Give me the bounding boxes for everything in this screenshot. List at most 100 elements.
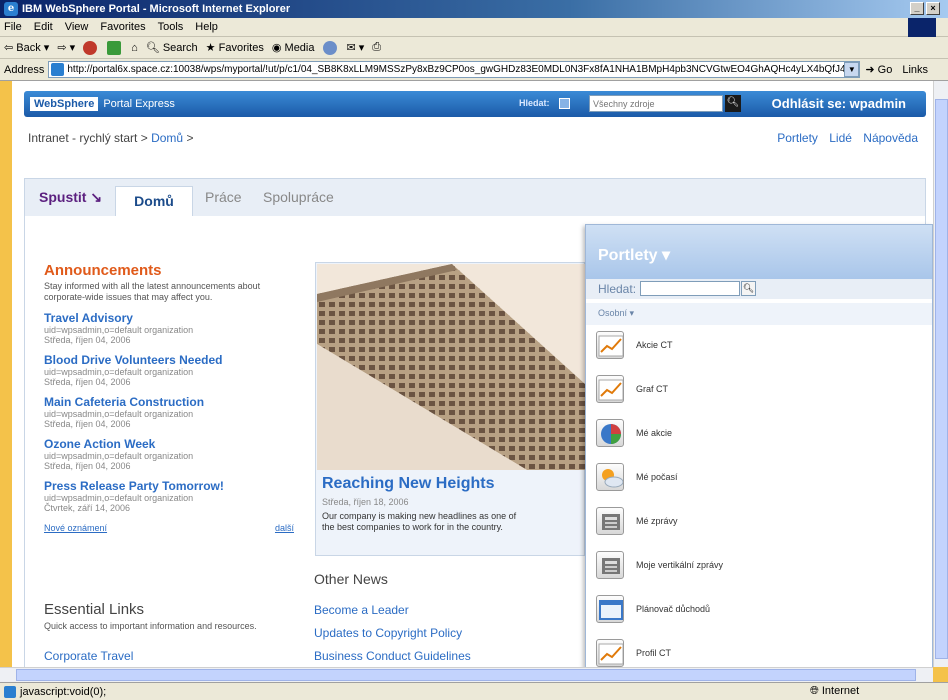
- palette-item[interactable]: Akcie CT: [586, 325, 932, 369]
- breadcrumb: Intranet - rychlý start > Domů >: [28, 131, 194, 145]
- link-people[interactable]: Lidé: [829, 131, 852, 145]
- portlet-palette: Portlety ▾ Hledat: 🔍︎ Osobní ▾ Akcie CT …: [585, 224, 933, 667]
- other-news-link[interactable]: Become a Leader: [314, 603, 584, 617]
- close-button[interactable]: ×: [926, 2, 940, 15]
- palette-search-button[interactable]: 🔍︎: [741, 281, 756, 296]
- palette-item[interactable]: Graf CT: [586, 369, 932, 413]
- address-label: Address: [4, 63, 45, 76]
- breadcrumb-current[interactable]: Domů: [151, 131, 183, 145]
- scroll-thumb[interactable]: [16, 669, 916, 681]
- menu-favorites[interactable]: Favorites: [100, 21, 145, 33]
- magnifier-icon: 🔍︎: [742, 283, 755, 293]
- palette-title[interactable]: Portlety ▾: [598, 245, 670, 265]
- media-button[interactable]: ◉ Media: [271, 41, 315, 55]
- portal-search-input[interactable]: [589, 95, 723, 112]
- palette-item[interactable]: Plánovač důchodů: [586, 589, 932, 633]
- palette-search: Hledat: 🔍︎: [586, 279, 932, 299]
- favorites-button[interactable]: ★ Favorites: [205, 41, 264, 55]
- more-link[interactable]: další: [275, 523, 294, 533]
- logout-link[interactable]: Odhlásit se: wpadmin: [772, 96, 906, 111]
- other-news-portlet: Other News Become a Leader Updates to Co…: [314, 571, 584, 663]
- news-icon: [596, 551, 624, 579]
- portal-header: WebSphere Portal Express Hledat: 🔍︎ Odhl…: [24, 91, 926, 117]
- go-arrow-icon: ➜: [865, 64, 875, 76]
- tab-work[interactable]: Práce: [205, 189, 242, 205]
- palette-category-dropdown[interactable]: Osobní ▾: [586, 303, 932, 325]
- magnifier-icon: 🔍︎: [726, 97, 740, 108]
- refresh-icon: [107, 40, 122, 55]
- feature-date: Středa, říjen 18, 2006: [322, 497, 409, 507]
- links-button[interactable]: Links: [902, 64, 928, 76]
- announcement-title[interactable]: Blood Drive Volunteers Needed: [44, 353, 294, 367]
- tab-collaboration[interactable]: Spolupráce: [263, 189, 334, 205]
- brand-product: Portal Express: [103, 98, 175, 110]
- pie-chart-icon: [596, 419, 624, 447]
- back-button[interactable]: ⇦ Back ▾: [4, 41, 49, 55]
- refresh-button[interactable]: [107, 40, 123, 55]
- link-help[interactable]: Nápověda: [863, 131, 918, 145]
- mail-button[interactable]: ✉ ▾: [347, 41, 365, 54]
- list-item: Travel Advisory uid=wpsadmin,o=default o…: [44, 311, 294, 345]
- history-icon: [322, 40, 337, 55]
- palette-item[interactable]: Mé akcie: [586, 413, 932, 457]
- palette-item[interactable]: Moje vertikální zprávy: [586, 545, 932, 589]
- search-scope-icon[interactable]: [559, 98, 570, 109]
- link-portlets[interactable]: Portlety: [777, 131, 818, 145]
- address-input[interactable]: http://portal6x.space.cz:10038/wps/mypor…: [48, 61, 861, 78]
- menu-tools[interactable]: Tools: [158, 21, 184, 33]
- vertical-scrollbar[interactable]: [933, 81, 948, 667]
- scroll-thumb[interactable]: [935, 99, 948, 659]
- weather-icon: [596, 463, 624, 491]
- address-url: http://portal6x.space.cz:10038/wps/mypor…: [67, 64, 861, 75]
- menu-file[interactable]: File: [4, 21, 22, 33]
- feature-body: Our company is making new headlines as o…: [322, 511, 517, 532]
- stop-button[interactable]: [83, 40, 99, 55]
- forward-arrow-icon: ⇨ ▾: [57, 42, 76, 54]
- horizontal-scrollbar[interactable]: [0, 667, 933, 682]
- tab-launch[interactable]: Spustit ↘: [39, 189, 102, 206]
- palette-search-input[interactable]: [640, 281, 740, 296]
- essential-links-portlet: Essential Links Quick access to importan…: [44, 601, 294, 663]
- list-item: Press Release Party Tomorrow! uid=wpsadm…: [44, 479, 294, 513]
- stop-icon: [83, 40, 98, 55]
- feature-title[interactable]: Reaching New Heights: [322, 475, 494, 493]
- history-button[interactable]: [322, 40, 339, 55]
- essential-links-title: Essential Links: [44, 601, 145, 618]
- menu-edit[interactable]: Edit: [34, 21, 53, 33]
- portal-search-button[interactable]: 🔍︎: [725, 95, 741, 112]
- minimize-button[interactable]: _: [910, 2, 924, 15]
- chart-icon: [596, 375, 624, 403]
- tab-home[interactable]: Domů: [115, 186, 193, 218]
- mail-icon: ✉ ▾: [346, 42, 365, 54]
- page-tabs: Spustit ↘ Domů Práce Spolupráce: [24, 178, 926, 218]
- announcements-portlet: Announcements Stay informed with all the…: [44, 262, 294, 533]
- forward-button[interactable]: ⇨ ▾: [57, 41, 75, 54]
- palette-item[interactable]: Mé počasí: [586, 457, 932, 501]
- breadcrumb-root[interactable]: Intranet - rychlý start: [28, 131, 137, 145]
- announcement-title[interactable]: Ozone Action Week: [44, 437, 294, 451]
- go-button[interactable]: ➜ Go: [865, 63, 892, 76]
- search-button[interactable]: 🔍︎ Search: [146, 41, 198, 55]
- palette-item[interactable]: Profil CT: [586, 633, 932, 667]
- announcement-title[interactable]: Press Release Party Tomorrow!: [44, 479, 294, 493]
- announcement-title[interactable]: Travel Advisory: [44, 311, 294, 325]
- link-corporate-travel[interactable]: Corporate Travel: [44, 649, 294, 663]
- announcement-title[interactable]: Main Cafeteria Construction: [44, 395, 294, 409]
- menu-view[interactable]: View: [65, 21, 89, 33]
- new-announcement-link[interactable]: Nové oznámení: [44, 523, 107, 533]
- palette-item[interactable]: Mé zprávy: [586, 501, 932, 545]
- other-news-link[interactable]: Updates to Copyright Policy: [314, 626, 584, 640]
- brand-websphere: WebSphere: [30, 97, 99, 111]
- menu-help[interactable]: Help: [195, 21, 218, 33]
- window-titlebar: e IBM WebSphere Portal - Microsoft Inter…: [0, 0, 948, 18]
- favorites-icon: ★: [205, 42, 216, 54]
- address-dropdown-button[interactable]: ▼: [844, 62, 860, 77]
- print-button[interactable]: ⎙: [372, 41, 381, 54]
- home-button[interactable]: ⌂: [131, 42, 138, 54]
- browser-toolbar: ⇦ Back ▾ ⇨ ▾ ⌂ 🔍︎ Search ★ Favorites ◉ M…: [0, 37, 948, 59]
- page-icon: [51, 63, 65, 76]
- announcements-title: Announcements: [44, 262, 162, 279]
- media-icon: ◉: [271, 42, 282, 54]
- menu-bar: File Edit View Favorites Tools Help: [0, 18, 948, 37]
- other-news-link[interactable]: Business Conduct Guidelines: [314, 649, 584, 663]
